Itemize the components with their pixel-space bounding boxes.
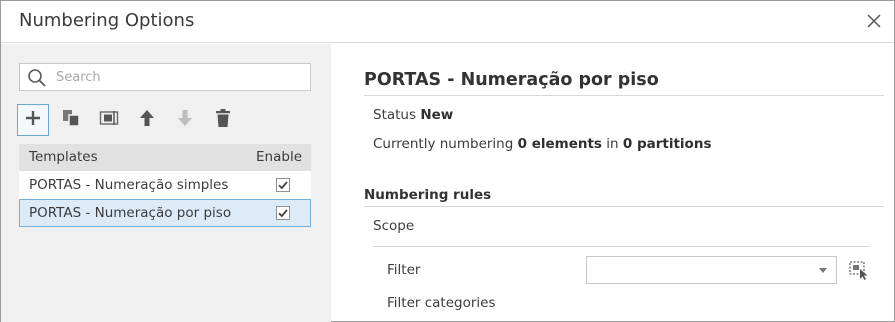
move-down-button[interactable] bbox=[169, 104, 201, 136]
template-row[interactable]: PORTAS - Numeração simples bbox=[19, 171, 311, 199]
status-line: Status New bbox=[373, 107, 453, 123]
template-name: PORTAS - Numeração simples bbox=[29, 177, 229, 193]
enable-column-header: Enable bbox=[256, 149, 302, 165]
template-title: PORTAS - Numeração por piso bbox=[364, 70, 659, 90]
templates-column-header: Templates bbox=[29, 149, 98, 165]
templates-table-header: Templates Enable bbox=[19, 144, 311, 171]
close-icon[interactable] bbox=[864, 11, 884, 31]
select-elements-icon bbox=[848, 261, 870, 285]
move-up-icon bbox=[138, 108, 156, 132]
templates-pane: Templates Enable PORTAS - Numeração simp… bbox=[1, 44, 331, 322]
delete-icon bbox=[214, 108, 232, 132]
filter-categories-label: Filter categories bbox=[387, 295, 496, 311]
delete-template-button[interactable] bbox=[207, 104, 239, 136]
template-row-selected[interactable]: PORTAS - Numeração por piso bbox=[19, 199, 311, 227]
partitions-count: 0 partitions bbox=[622, 136, 712, 152]
elements-count: 0 elements bbox=[517, 136, 602, 152]
filter-label: Filter bbox=[387, 262, 421, 278]
add-icon bbox=[24, 109, 42, 131]
numbering-options-dialog: Numbering Options Search Templates Enabl… bbox=[0, 0, 895, 322]
search-box[interactable] bbox=[19, 63, 311, 91]
move-up-button[interactable] bbox=[131, 104, 163, 136]
title-bar: Numbering Options bbox=[1, 1, 894, 43]
status-value: New bbox=[420, 107, 454, 123]
status-label: Status bbox=[373, 107, 417, 123]
add-template-button[interactable] bbox=[17, 104, 49, 136]
filter-dropdown[interactable] bbox=[586, 256, 837, 284]
enable-checkbox[interactable] bbox=[276, 178, 290, 192]
numbering-prefix: Currently numbering bbox=[373, 136, 514, 152]
search-input[interactable] bbox=[56, 67, 306, 87]
scope-divider bbox=[373, 246, 870, 247]
section-divider bbox=[364, 206, 884, 207]
rename-icon bbox=[99, 108, 119, 132]
scope-label: Scope bbox=[373, 218, 415, 234]
enable-checkbox[interactable] bbox=[276, 206, 290, 220]
in-word: in bbox=[606, 136, 619, 152]
select-elements-button[interactable] bbox=[848, 259, 870, 281]
chevron-down-icon bbox=[819, 268, 827, 273]
template-name: PORTAS - Numeração por piso bbox=[29, 205, 232, 221]
duplicate-template-button[interactable] bbox=[55, 104, 87, 136]
template-details-pane: PORTAS - Numeração por piso Status New C… bbox=[332, 44, 894, 322]
search-icon bbox=[27, 68, 47, 88]
numbering-rules-heading: Numbering rules bbox=[364, 187, 492, 203]
templates-toolbar bbox=[17, 104, 247, 136]
numbering-summary: Currently numbering 0 elements in 0 part… bbox=[373, 136, 711, 152]
duplicate-icon bbox=[61, 108, 81, 132]
title-divider bbox=[364, 95, 884, 96]
dialog-title: Numbering Options bbox=[19, 10, 195, 31]
rename-template-button[interactable] bbox=[93, 104, 125, 136]
move-down-icon bbox=[176, 108, 194, 132]
